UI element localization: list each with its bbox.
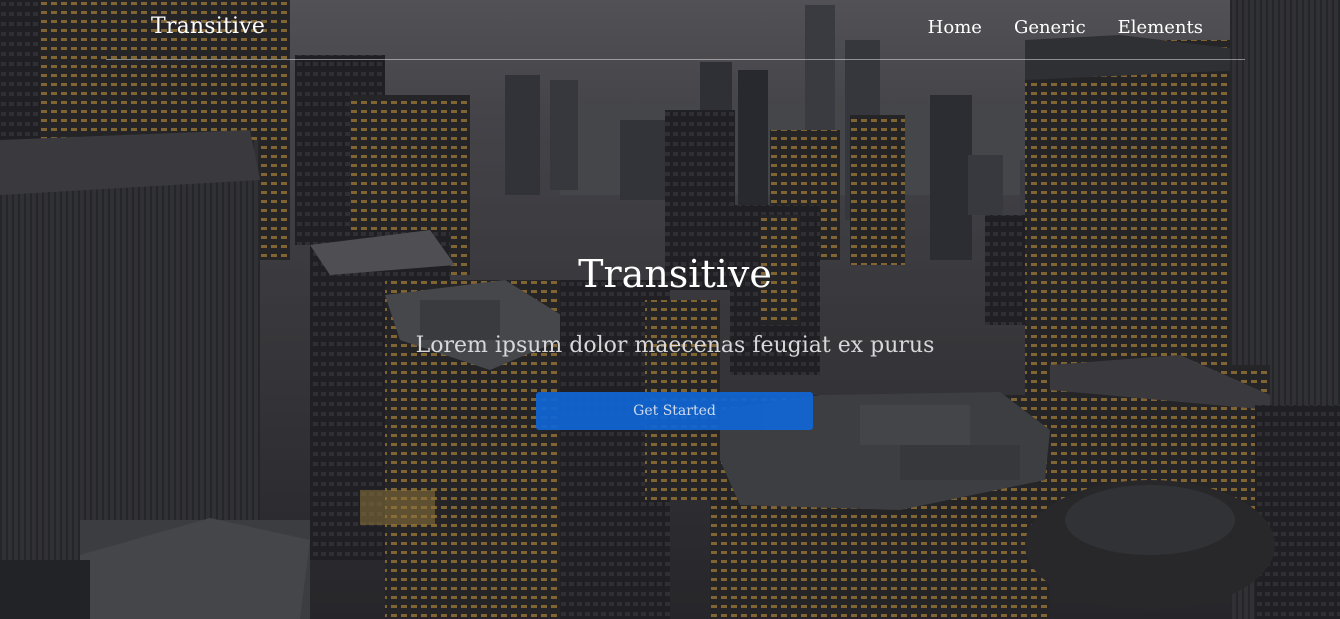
main-nav: Home Generic Elements (928, 17, 1203, 38)
dark-overlay (0, 0, 1340, 619)
site-logo[interactable]: Transitive (151, 14, 265, 39)
site-header: Transitive Home Generic Elements (106, 0, 1245, 60)
landing-page: Transitive Home Generic Elements Transit… (0, 0, 1340, 619)
nav-link-generic[interactable]: Generic (1014, 17, 1086, 38)
nav-link-home[interactable]: Home (928, 17, 982, 38)
nav-link-elements[interactable]: Elements (1118, 17, 1203, 38)
get-started-button[interactable]: Get Started (536, 392, 813, 430)
hero-subtitle: Lorem ipsum dolor maecenas feugiat ex pu… (415, 333, 935, 358)
hero-title: Transitive (578, 252, 772, 296)
